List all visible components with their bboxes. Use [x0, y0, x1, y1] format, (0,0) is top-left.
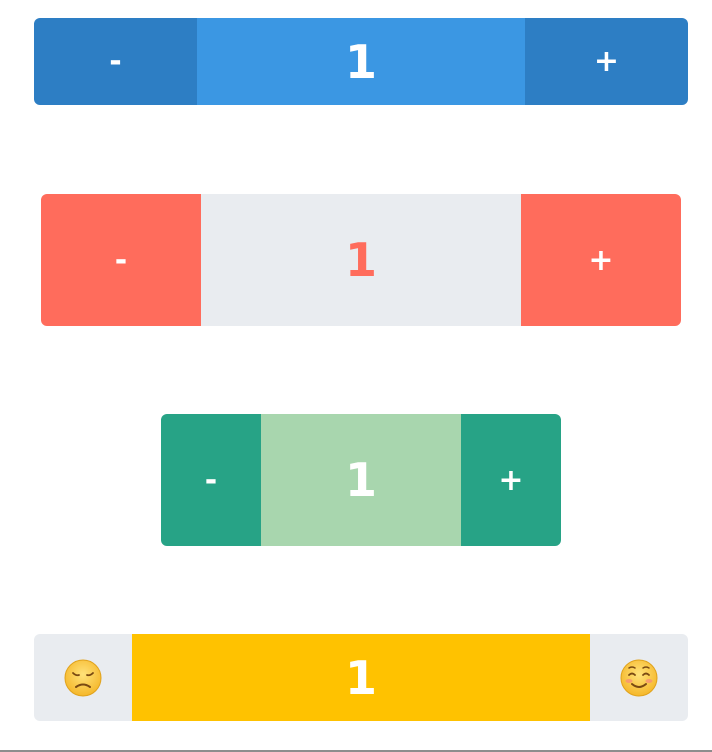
increment-button[interactable]: + [461, 414, 561, 546]
blue-quantity-stepper: - 1 + [34, 18, 688, 105]
emoji-quantity-stepper: 1 [34, 634, 688, 721]
increment-button[interactable]: + [521, 194, 681, 326]
smiling-face-icon [620, 659, 658, 696]
increment-button[interactable] [590, 634, 688, 721]
quantity-value: 1 [132, 634, 590, 721]
decrement-button[interactable]: - [41, 194, 201, 326]
quantity-value: 1 [197, 18, 525, 105]
decrement-button[interactable]: - [34, 18, 197, 105]
coral-quantity-stepper: - 1 + [41, 194, 681, 326]
sad-face-icon [64, 659, 102, 696]
quantity-value: 1 [261, 414, 461, 546]
quantity-value: 1 [201, 194, 521, 326]
decrement-button[interactable]: - [161, 414, 261, 546]
increment-button[interactable]: + [525, 18, 688, 105]
decrement-button[interactable] [34, 634, 132, 721]
teal-quantity-stepper: - 1 + [161, 414, 561, 546]
